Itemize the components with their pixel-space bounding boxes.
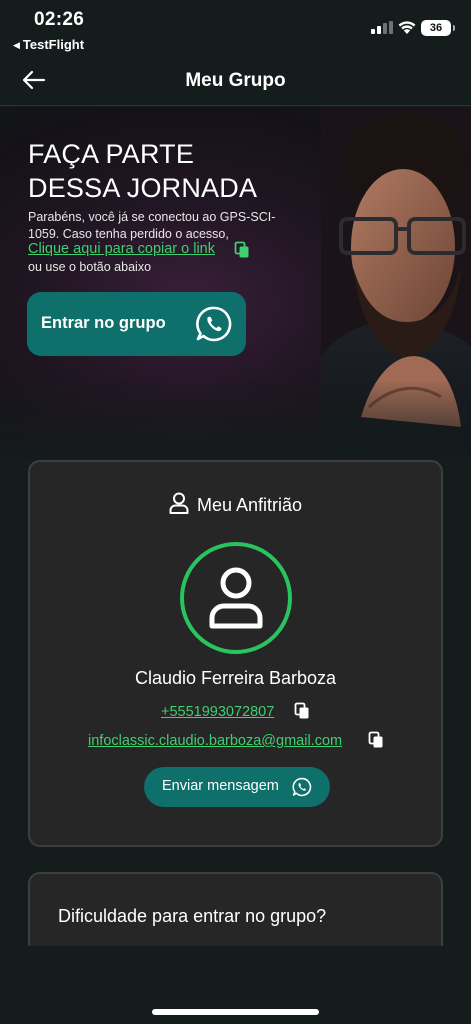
wifi-icon xyxy=(398,21,416,34)
back-app-label: TestFlight xyxy=(22,37,85,52)
whatsapp-icon xyxy=(292,777,312,797)
copy-icon[interactable] xyxy=(368,731,384,749)
hero-title: FAÇA PARTE DESSA JORNADA xyxy=(28,137,328,205)
app-header: Meu Grupo xyxy=(0,56,471,106)
hero-fade-overlay xyxy=(0,380,471,460)
host-card: Meu Anfitrião Claudio Ferreira Barboza +… xyxy=(28,460,443,847)
hero-title-line2: DESSA JORNADA xyxy=(28,173,258,203)
hero-description: Parabéns, você já se conectou ao GPS-SCI… xyxy=(28,210,276,241)
back-triangle-icon: ◀ xyxy=(13,40,20,50)
signal-icon xyxy=(371,21,393,34)
host-name: Claudio Ferreira Barboza xyxy=(134,668,337,688)
back-to-app-link[interactable]: ◀ TestFlight xyxy=(13,37,84,52)
status-bar: 02:26 ◀ TestFlight 36 xyxy=(0,0,471,56)
copy-group-link[interactable]: Clique aqui para copiar o link xyxy=(28,241,215,257)
copy-icon[interactable] xyxy=(234,241,250,259)
host-card-header: Meu Anfitrião xyxy=(30,492,441,516)
avatar xyxy=(180,542,292,654)
host-card-title: Meu Anfitrião xyxy=(196,495,303,515)
hero-subtext: ou use o botão abaixo xyxy=(28,260,152,274)
user-icon xyxy=(169,492,189,514)
page-title: Meu Grupo xyxy=(185,70,286,91)
home-indicator[interactable] xyxy=(152,1009,319,1015)
send-message-label: Enviar mensagem xyxy=(162,778,279,794)
copy-icon[interactable] xyxy=(294,702,310,720)
join-group-label: Entrar no grupo xyxy=(41,314,166,332)
send-message-button[interactable]: Enviar mensagem xyxy=(144,767,330,807)
status-time: 02:26 xyxy=(34,9,85,30)
host-email-link[interactable]: infoclassic.claudio.barboza@gmail.com xyxy=(88,733,342,749)
battery-icon: 36 xyxy=(421,20,455,36)
join-group-button[interactable]: Entrar no grupo xyxy=(27,292,246,356)
hero-title-line1: FAÇA PARTE xyxy=(28,139,195,169)
host-phone-link[interactable]: +5551993072807 xyxy=(161,704,274,720)
help-card-title: Dificuldade para entrar no grupo? xyxy=(58,906,327,926)
whatsapp-icon xyxy=(196,306,232,342)
user-avatar-icon xyxy=(209,567,263,629)
hero-banner: FAÇA PARTE DESSA JORNADA Parabéns, você … xyxy=(0,107,471,460)
